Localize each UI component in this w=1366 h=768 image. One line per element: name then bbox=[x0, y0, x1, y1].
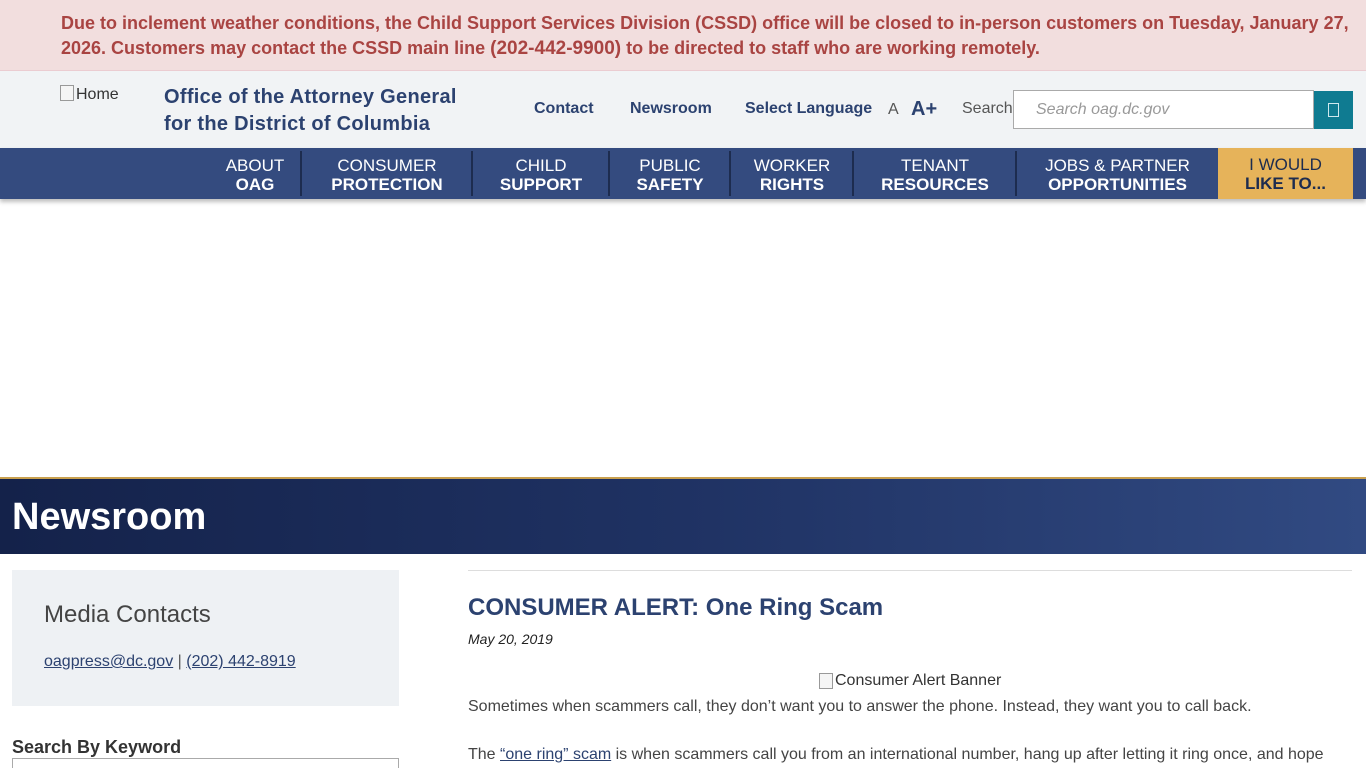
home-logo-link[interactable]: Home bbox=[60, 85, 119, 104]
keyword-search-label: Search By Keyword bbox=[12, 737, 182, 757]
nav-tenant-resources[interactable]: TENANT RESOURCES bbox=[854, 148, 1016, 199]
weather-alert-banner: Due to inclement weather conditions, the… bbox=[0, 0, 1366, 71]
keyword-search-input[interactable] bbox=[12, 758, 399, 768]
broken-image-icon bbox=[819, 673, 833, 689]
nav-consumer-protection[interactable]: CONSUMER PROTECTION bbox=[302, 148, 472, 199]
nav-about-oag[interactable]: ABOUT OAG bbox=[210, 148, 300, 199]
search-label: Search bbox=[962, 100, 1013, 117]
alert-message: Due to inclement weather conditions, the… bbox=[61, 13, 1349, 59]
press-phone-link[interactable]: (202) 442-8919 bbox=[186, 653, 295, 670]
newsroom-link[interactable]: Newsroom bbox=[630, 100, 712, 118]
nav-child-support[interactable]: CHILD SUPPORT bbox=[473, 148, 609, 199]
article-title: CONSUMER ALERT: One Ring Scam bbox=[468, 594, 884, 621]
press-email-link[interactable]: oagpress@dc.gov bbox=[44, 653, 173, 670]
contacts-separator: | bbox=[177, 653, 182, 670]
site-title[interactable]: Office of the Attorney General for the Di… bbox=[164, 84, 504, 138]
one-ring-scam-link[interactable]: “one ring” scam bbox=[500, 746, 611, 763]
article-date: May 20, 2019 bbox=[468, 631, 553, 647]
site-header: Home Office of the Attorney General for t… bbox=[0, 71, 1366, 148]
search-submit-button[interactable] bbox=[1314, 91, 1353, 129]
nav-public-safety[interactable]: PUBLIC SAFETY bbox=[610, 148, 730, 199]
media-contacts-line: oagpress@dc.gov | (202) 442-8919 bbox=[44, 653, 296, 671]
page-hero: Newsroom bbox=[0, 477, 1366, 554]
select-language-link[interactable]: Select Language bbox=[745, 100, 872, 118]
contact-link[interactable]: Contact bbox=[534, 100, 594, 118]
nav-jobs-partner-opportunities[interactable]: JOBS & PARTNER OPPORTUNITIES bbox=[1017, 148, 1218, 199]
search-icon bbox=[1328, 103, 1339, 117]
font-size-increase-button[interactable]: A+ bbox=[911, 98, 937, 121]
article-divider bbox=[468, 570, 1352, 571]
alert-phone: (202-442-9900) bbox=[490, 38, 622, 59]
font-size-decrease-button[interactable]: A bbox=[888, 101, 899, 119]
nav-worker-rights[interactable]: WORKER RIGHTS bbox=[731, 148, 853, 199]
consumer-alert-banner-image: Consumer Alert Banner bbox=[819, 672, 1001, 690]
broken-image-icon bbox=[60, 85, 74, 101]
page-title: Newsroom bbox=[12, 496, 207, 538]
media-contacts-title: Media Contacts bbox=[44, 601, 211, 628]
site-search-input[interactable] bbox=[1013, 90, 1314, 129]
article-paragraph: The “one ring” scam is when scammers cal… bbox=[468, 746, 1324, 763]
media-contacts-box: Media Contacts oagpress@dc.gov | (202) 4… bbox=[12, 570, 399, 706]
main-navigation: ABOUT OAG CONSUMER PROTECTION CHILD SUPPORT… bbox=[0, 148, 1366, 199]
article-paragraph: Sometimes when scammers call, they don’t… bbox=[468, 698, 1252, 715]
i-would-like-to-button[interactable]: I WOULD LIKE TO... bbox=[1218, 148, 1353, 199]
